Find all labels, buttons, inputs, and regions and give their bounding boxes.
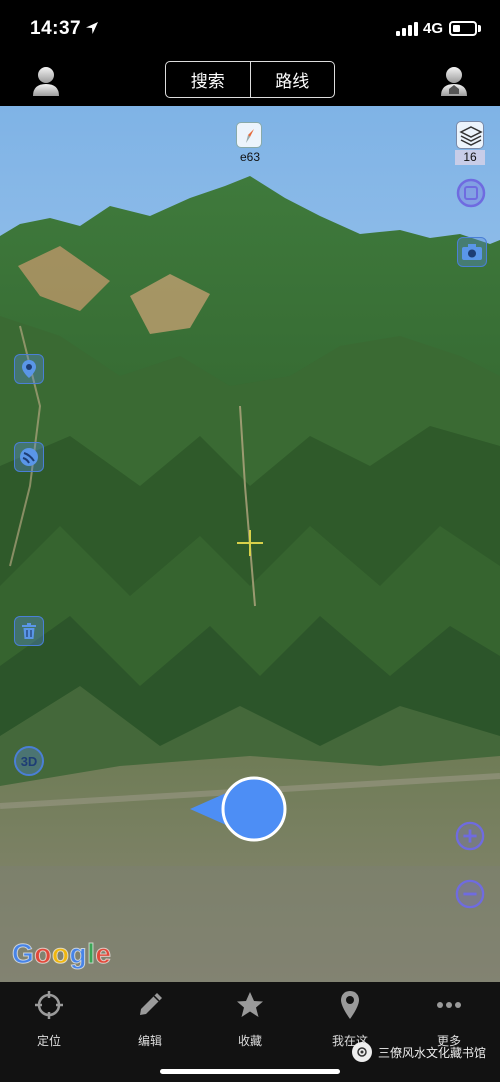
watermark-text: 三僚风水文化藏书馆: [378, 1045, 487, 1060]
camera-icon[interactable]: [457, 237, 487, 267]
square-frame-icon[interactable]: [456, 178, 486, 208]
network-type: 4G: [423, 20, 444, 37]
cellular-signal-icon: [396, 22, 418, 36]
top-nav: 搜索 路线: [0, 60, 500, 106]
status-bar: 14:37 4G: [0, 0, 500, 60]
segmented-control: 搜索 路线: [165, 61, 335, 98]
user-home-icon[interactable]: [438, 64, 470, 100]
trash-icon[interactable]: [14, 616, 44, 646]
watermark: 三僚风水文化藏书馆: [352, 1040, 486, 1064]
home-indicator: [160, 1069, 340, 1074]
google-attribution: Google: [11, 938, 112, 970]
battery-low-icon: [449, 21, 477, 36]
tab-favorites[interactable]: 收藏: [210, 990, 290, 1048]
more-dots-icon: [437, 1002, 461, 1008]
pencil-icon: [140, 993, 162, 1015]
bottom-toolbar: 定位 编辑 收藏 我在这 更多: [0, 982, 500, 1082]
zoom-out-icon[interactable]: [455, 879, 485, 909]
map-pin-icon: [341, 991, 359, 1019]
battery-tip: [478, 25, 481, 32]
compass-icon[interactable]: [236, 122, 262, 148]
star-icon: [237, 992, 263, 1017]
location-pin-icon[interactable]: [14, 354, 44, 384]
tab-favorites-label: 收藏: [237, 1034, 262, 1048]
tab-edit-label: 编辑: [137, 1034, 162, 1048]
3d-toggle[interactable]: 3D: [14, 746, 44, 776]
tab-i-am-here[interactable]: 我在这: [310, 990, 390, 1048]
crosshair-target-icon: [35, 991, 63, 1019]
tab-locate-label: 定位: [36, 1034, 61, 1048]
route-tab[interactable]: 路线: [249, 62, 335, 97]
user-profile-icon[interactable]: [30, 64, 62, 100]
wechat-channel-icon: [352, 1042, 372, 1062]
3d-label: 3D: [20, 753, 38, 769]
map-view[interactable]: e63 16 3D Google: [0, 106, 500, 982]
layers-icon[interactable]: [456, 121, 484, 149]
zoom-level: 16: [455, 150, 485, 165]
tab-locate[interactable]: 定位: [9, 990, 89, 1048]
zoom-in-icon[interactable]: [455, 821, 485, 851]
tab-more[interactable]: 更多: [409, 990, 489, 1048]
track-record-icon[interactable]: [14, 442, 44, 472]
location-arrow-icon: [86, 22, 98, 34]
terrain-3d-view[interactable]: [0, 106, 500, 982]
search-tab[interactable]: 搜索: [166, 62, 250, 97]
status-time: 14:37: [30, 18, 82, 39]
compass-label: e63: [239, 150, 261, 164]
tab-edit[interactable]: 编辑: [110, 990, 190, 1048]
